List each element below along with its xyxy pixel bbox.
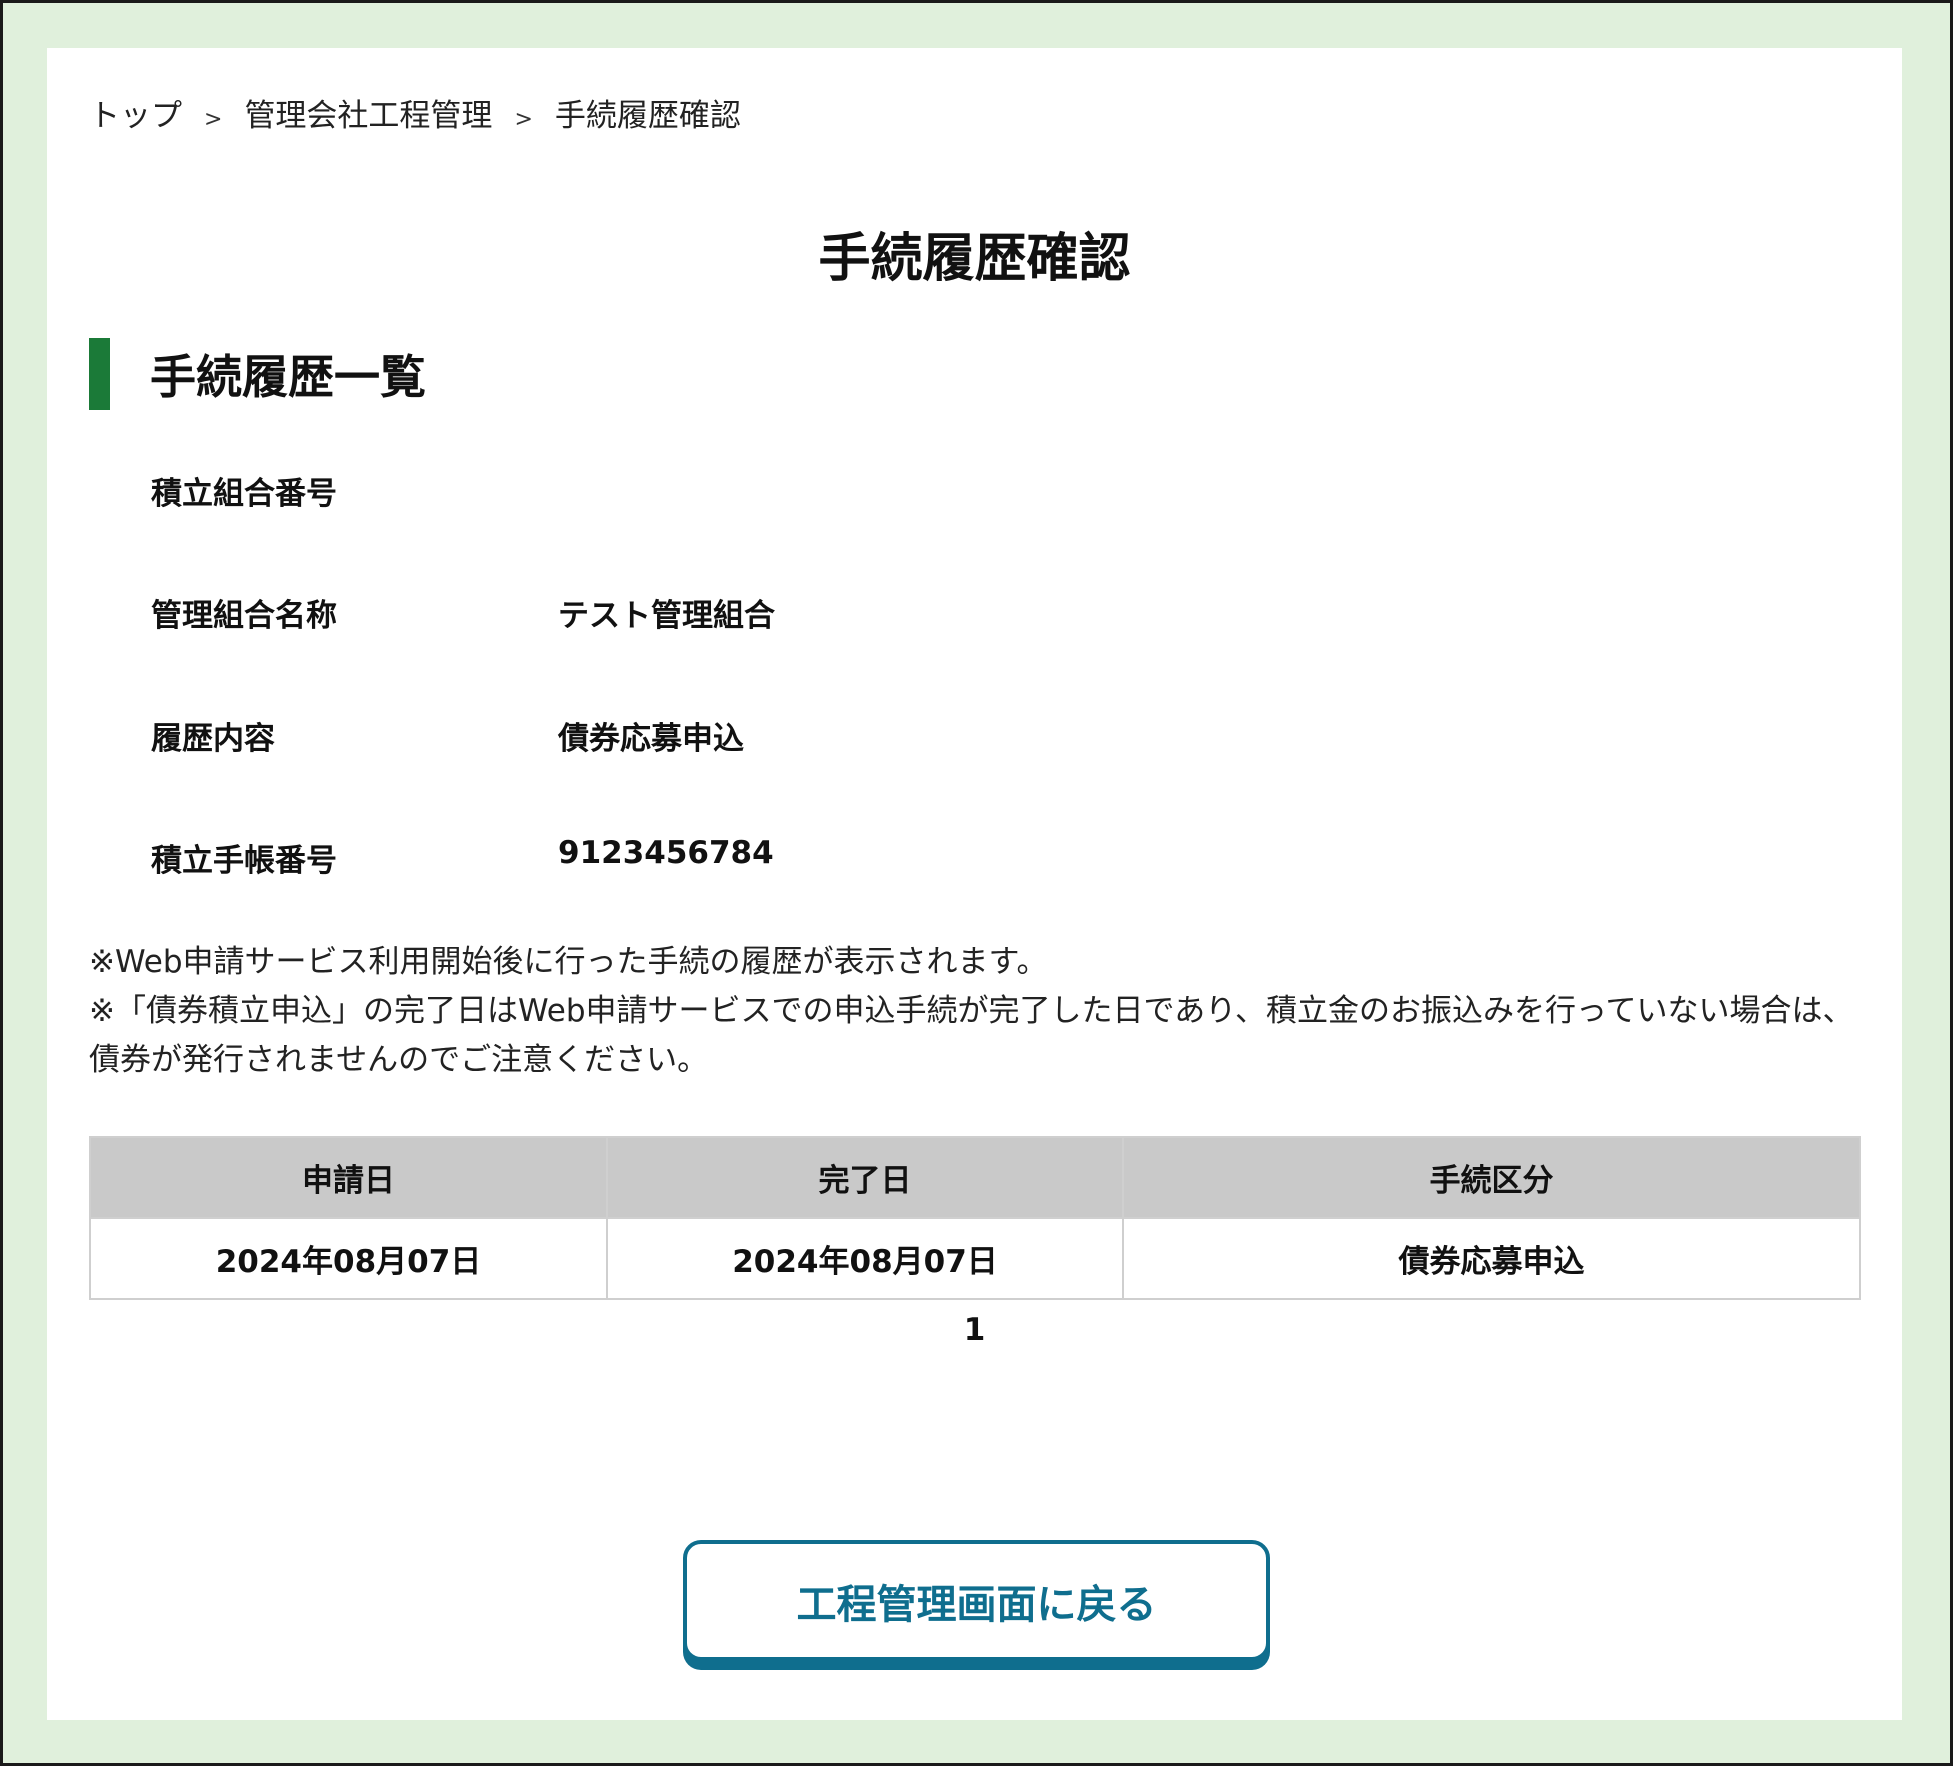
field-label-history-content: 履歴内容 [151,721,275,757]
breadcrumb: トップ > 管理会社工程管理 > 手続履歴確認 [89,90,741,135]
field-value-history-content: 債券応募申込 [558,721,744,757]
breadcrumb-separator: > [514,107,533,132]
section-heading: 手続履歴一覧 [89,338,426,410]
page-number-current[interactable]: 1 [964,1312,986,1348]
column-header-completion-date: 完了日 [606,1136,1124,1219]
table-header-row: 申請日 完了日 手続区分 [89,1136,1861,1219]
field-label-passbook-number: 積立手帳番号 [151,843,337,879]
breadcrumb-item-top[interactable]: トップ [89,90,182,135]
content-panel: トップ > 管理会社工程管理 > 手続履歴確認 手続履歴確認 手続履歴一覧 積立… [47,48,1902,1720]
field-value-association-name: テスト管理組合 [558,598,775,634]
field-value-passbook-number: 9123456784 [558,835,774,871]
breadcrumb-separator: > [204,107,223,132]
field-label-association-name: 管理組合名称 [151,598,337,634]
table-cell: 2024年08月07日 [89,1217,608,1300]
table-cell: 債券応募申込 [1122,1217,1861,1300]
field-label-fund-number: 積立組合番号 [151,476,337,512]
back-to-process-management-button[interactable]: 工程管理画面に戻る [683,1540,1270,1661]
column-header-application-date: 申請日 [89,1136,608,1219]
notes: ※Web申請サービス利用開始後に行った手続の履歴が表示されます。 ※「債券積立申… [89,938,1864,1085]
section-title: 手続履歴一覧 [150,350,426,404]
pagination: 1 [47,1312,1902,1348]
outer-frame: トップ > 管理会社工程管理 > 手続履歴確認 手続履歴確認 手続履歴一覧 積立… [0,0,1953,1766]
note-text: ※Web申請サービス利用開始後に行った手続の履歴が表示されます。 [89,944,1048,980]
breadcrumb-item-current: 手続履歴確認 [554,98,741,134]
table-row: 2024年08月07日 2024年08月07日 債券応募申込 [89,1217,1861,1300]
column-header-procedure-type: 手続区分 [1122,1136,1861,1219]
breadcrumb-item-process-management[interactable]: 管理会社工程管理 [244,90,492,135]
page-title: 手続履歴確認 [818,229,1131,289]
history-table: 申請日 完了日 手続区分 2024年08月07日 2024年08月07日 債券応… [89,1136,1861,1300]
table-cell: 2024年08月07日 [606,1217,1124,1300]
section-accent-bar [89,338,110,410]
note-text: ※「債券積立申込」の完了日はWeb申請サービスでの申込手続が完了した日であり、積… [89,993,1854,1078]
